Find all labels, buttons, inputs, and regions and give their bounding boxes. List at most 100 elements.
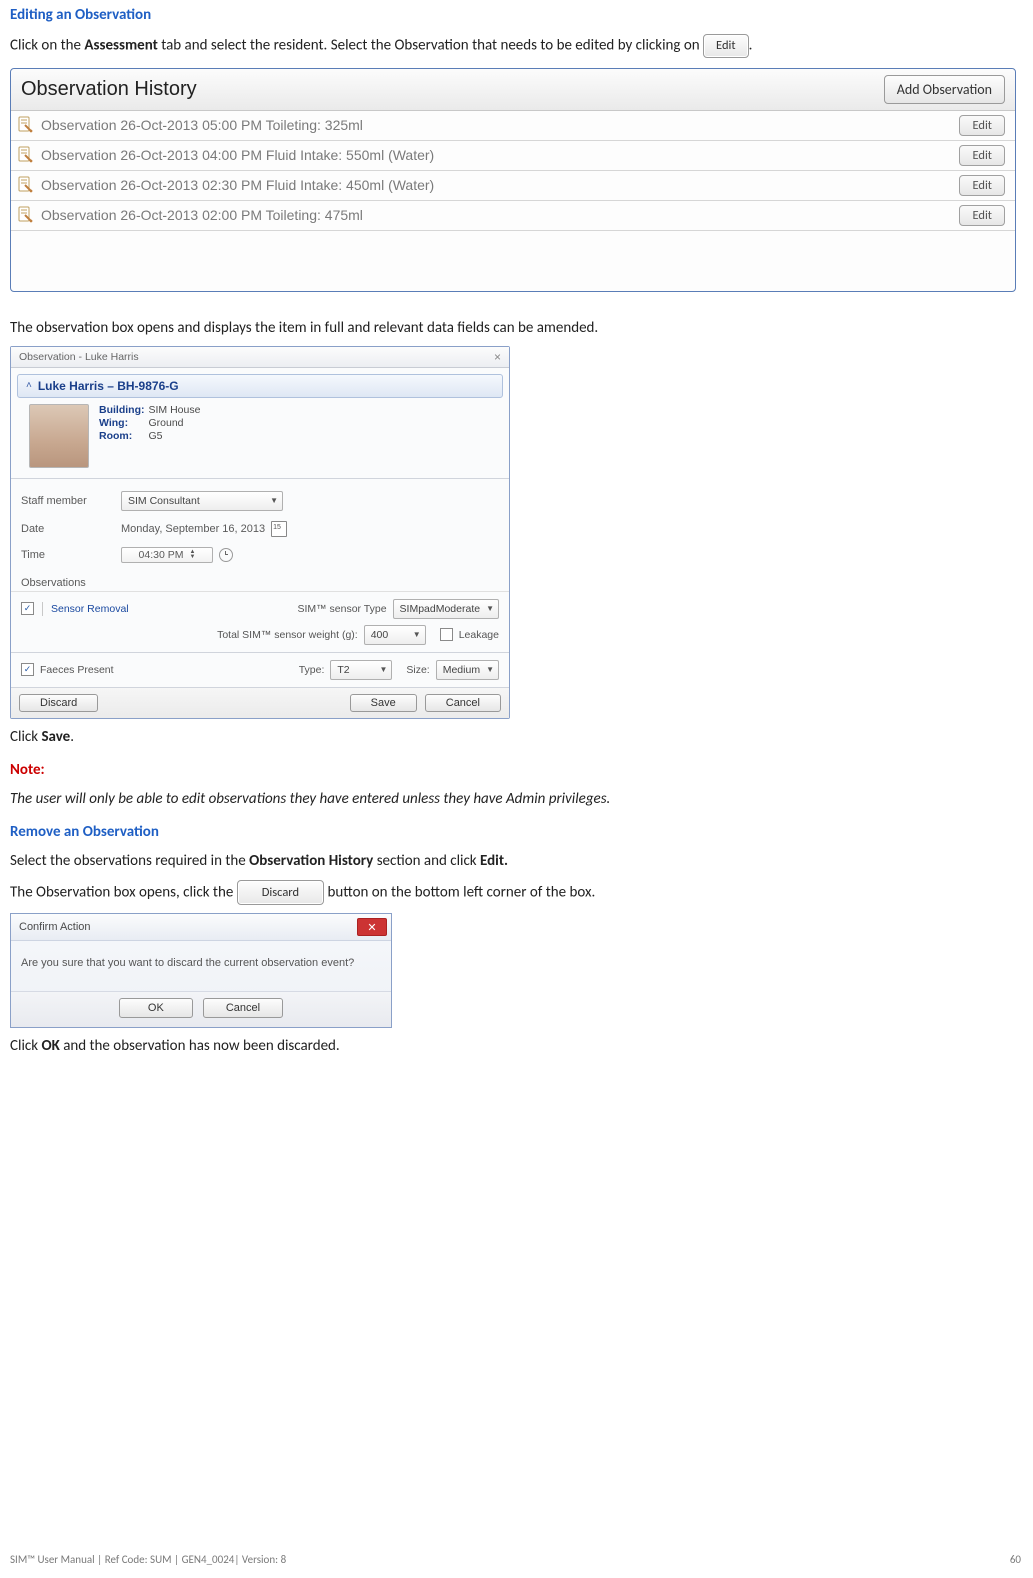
time-label: Time [21,549,113,561]
discard-button-inline[interactable]: Discard [237,880,324,906]
window-footer: Discard Save Cancel [11,687,509,718]
discard-button[interactable]: Discard [19,694,98,712]
observation-text: Observation 26-Oct-2013 05:00 PM Toileti… [41,117,363,133]
sensor-type-select[interactable]: SIMpadModerate ▼ [393,599,499,619]
observation-edit-window: Observation - Luke Harris × ˄ Luke Harri… [10,346,510,719]
observation-history-panel: Observation History Add Observation Obse… [10,68,1016,292]
p6c: and the observation has now been discard… [60,1037,340,1055]
divider [42,602,43,616]
edit-bold: Edit. [480,852,508,870]
panel-spacer [11,231,1015,291]
p3c: . [70,728,74,746]
save-button[interactable]: Save [350,694,417,712]
faeces-label: Faeces Present [40,664,114,676]
staff-select[interactable]: SIM Consultant ▼ [121,491,283,511]
window-titlebar: Observation - Luke Harris × [11,347,509,368]
leakage-label: Leakage [459,629,499,641]
observations-label: Observations [11,573,509,592]
clock-icon[interactable] [219,548,233,562]
size-label: Size: [406,664,429,676]
para-discard-instruction: The Observation box opens, click the Dis… [10,880,1023,906]
observation-icon [17,176,33,194]
observation-history-title: Observation History [21,78,197,101]
edit-button[interactable]: Edit [959,175,1005,196]
chevron-down-icon: ▼ [486,665,494,674]
observation-text: Observation 26-Oct-2013 02:30 PM Fluid I… [41,177,434,193]
total-weight-select[interactable]: 400 ▼ [364,625,426,645]
add-observation-button[interactable]: Add Observation [884,75,1005,104]
sensor-removal-link[interactable]: Sensor Removal [51,603,129,615]
size-select[interactable]: Medium ▼ [436,660,499,680]
wing-label: Wing: [99,417,145,429]
para1-d: . [749,36,753,54]
room-label: Room: [99,430,145,442]
date-value[interactable]: Monday, September 16, 2013 [121,523,265,535]
note-body: The user will only be able to edit obser… [10,789,1023,809]
calendar-icon[interactable] [271,521,287,537]
type-select[interactable]: T2 ▼ [330,660,392,680]
observation-row[interactable]: Observation 26-Oct-2013 02:30 PM Fluid I… [11,171,1015,201]
p4c: section and click [373,852,480,870]
cancel-button[interactable]: Cancel [425,694,501,712]
building-label: Building: [99,404,145,416]
leakage-checkbox[interactable] [440,628,453,641]
staff-value: SIM Consultant [128,495,200,507]
ok-button[interactable]: OK [119,998,193,1018]
window-title: Observation - Luke Harris [19,351,139,363]
para1-a: Click on the [10,36,84,54]
edit-button[interactable]: Edit [959,205,1005,226]
date-label: Date [21,523,113,535]
room-value: G5 [149,430,201,442]
p3a: Click [10,728,41,746]
para-click-ok: Click OK and the observation has now bee… [10,1036,1023,1056]
close-icon[interactable]: × [494,350,501,364]
footer-left: SIM™ User Manual | Ref Code: SUM | GEN4_… [10,1553,286,1566]
staff-label: Staff member [21,495,113,507]
resident-body: Building: SIM House Wing: Ground Room: G… [11,404,509,476]
assessment-bold: Assessment [84,36,157,54]
para-select-observation: Select the observations required in the … [10,851,1023,871]
heading-editing-observation: Editing an Observation [10,6,1023,24]
para-observation-box-opens: The observation box opens and displays t… [10,318,1023,338]
observation-row[interactable]: Observation 26-Oct-2013 05:00 PM Toileti… [11,111,1015,141]
page-number: 60 [1010,1553,1021,1566]
note-text: Note [10,761,41,779]
para-click-assessment: Click on the Assessment tab and select t… [10,34,1023,58]
time-field[interactable]: 04:30 PM ▲▼ [121,547,213,563]
edit-button[interactable]: Edit [959,145,1005,166]
chevron-up-icon: ˄ [26,380,32,391]
observation-text: Observation 26-Oct-2013 04:00 PM Fluid I… [41,147,434,163]
observation-icon [17,146,33,164]
confirm-footer: OK Cancel [11,991,391,1027]
observation-row[interactable]: Observation 26-Oct-2013 04:00 PM Fluid I… [11,141,1015,171]
avatar [29,404,89,468]
p5b: button on the bottom left corner of the … [324,883,595,901]
size-value: Medium [443,664,480,676]
type-label: Type: [299,664,325,676]
sensor-type-label: SIM™ sensor Type [297,603,386,615]
type-value: T2 [337,664,349,676]
edit-button[interactable]: Edit [959,115,1005,136]
chevron-down-icon: ▼ [413,630,421,639]
confirm-titlebar: Confirm Action ✕ [11,914,391,941]
time-spinner[interactable]: ▲▼ [190,550,196,560]
page-footer: SIM™ User Manual | Ref Code: SUM | GEN4_… [10,1553,1021,1566]
edit-button-inline[interactable]: Edit [703,34,749,58]
faeces-checkbox[interactable]: ✓ [21,663,34,676]
chevron-down-icon: ▼ [379,665,387,674]
chevron-down-icon: ▼ [270,496,278,505]
observation-icon [17,116,33,134]
total-weight-value: 400 [371,629,389,641]
resident-header[interactable]: ˄ Luke Harris – BH-9876-G [17,374,503,398]
close-button[interactable]: ✕ [357,918,387,936]
observation-icon [17,206,33,224]
confirm-action-dialog: Confirm Action ✕ Are you sure that you w… [10,913,392,1028]
observation-row[interactable]: Observation 26-Oct-2013 02:00 PM Toileti… [11,201,1015,231]
sensor-removal-checkbox[interactable]: ✓ [21,602,34,615]
total-weight-label: Total SIM™ sensor weight (g): [217,629,358,641]
cancel-button[interactable]: Cancel [203,998,283,1018]
resident-name: Luke Harris – BH-9876-G [38,379,179,393]
confirm-title: Confirm Action [19,921,91,933]
building-value: SIM House [149,404,201,416]
note-heading: Note: [10,761,1023,779]
